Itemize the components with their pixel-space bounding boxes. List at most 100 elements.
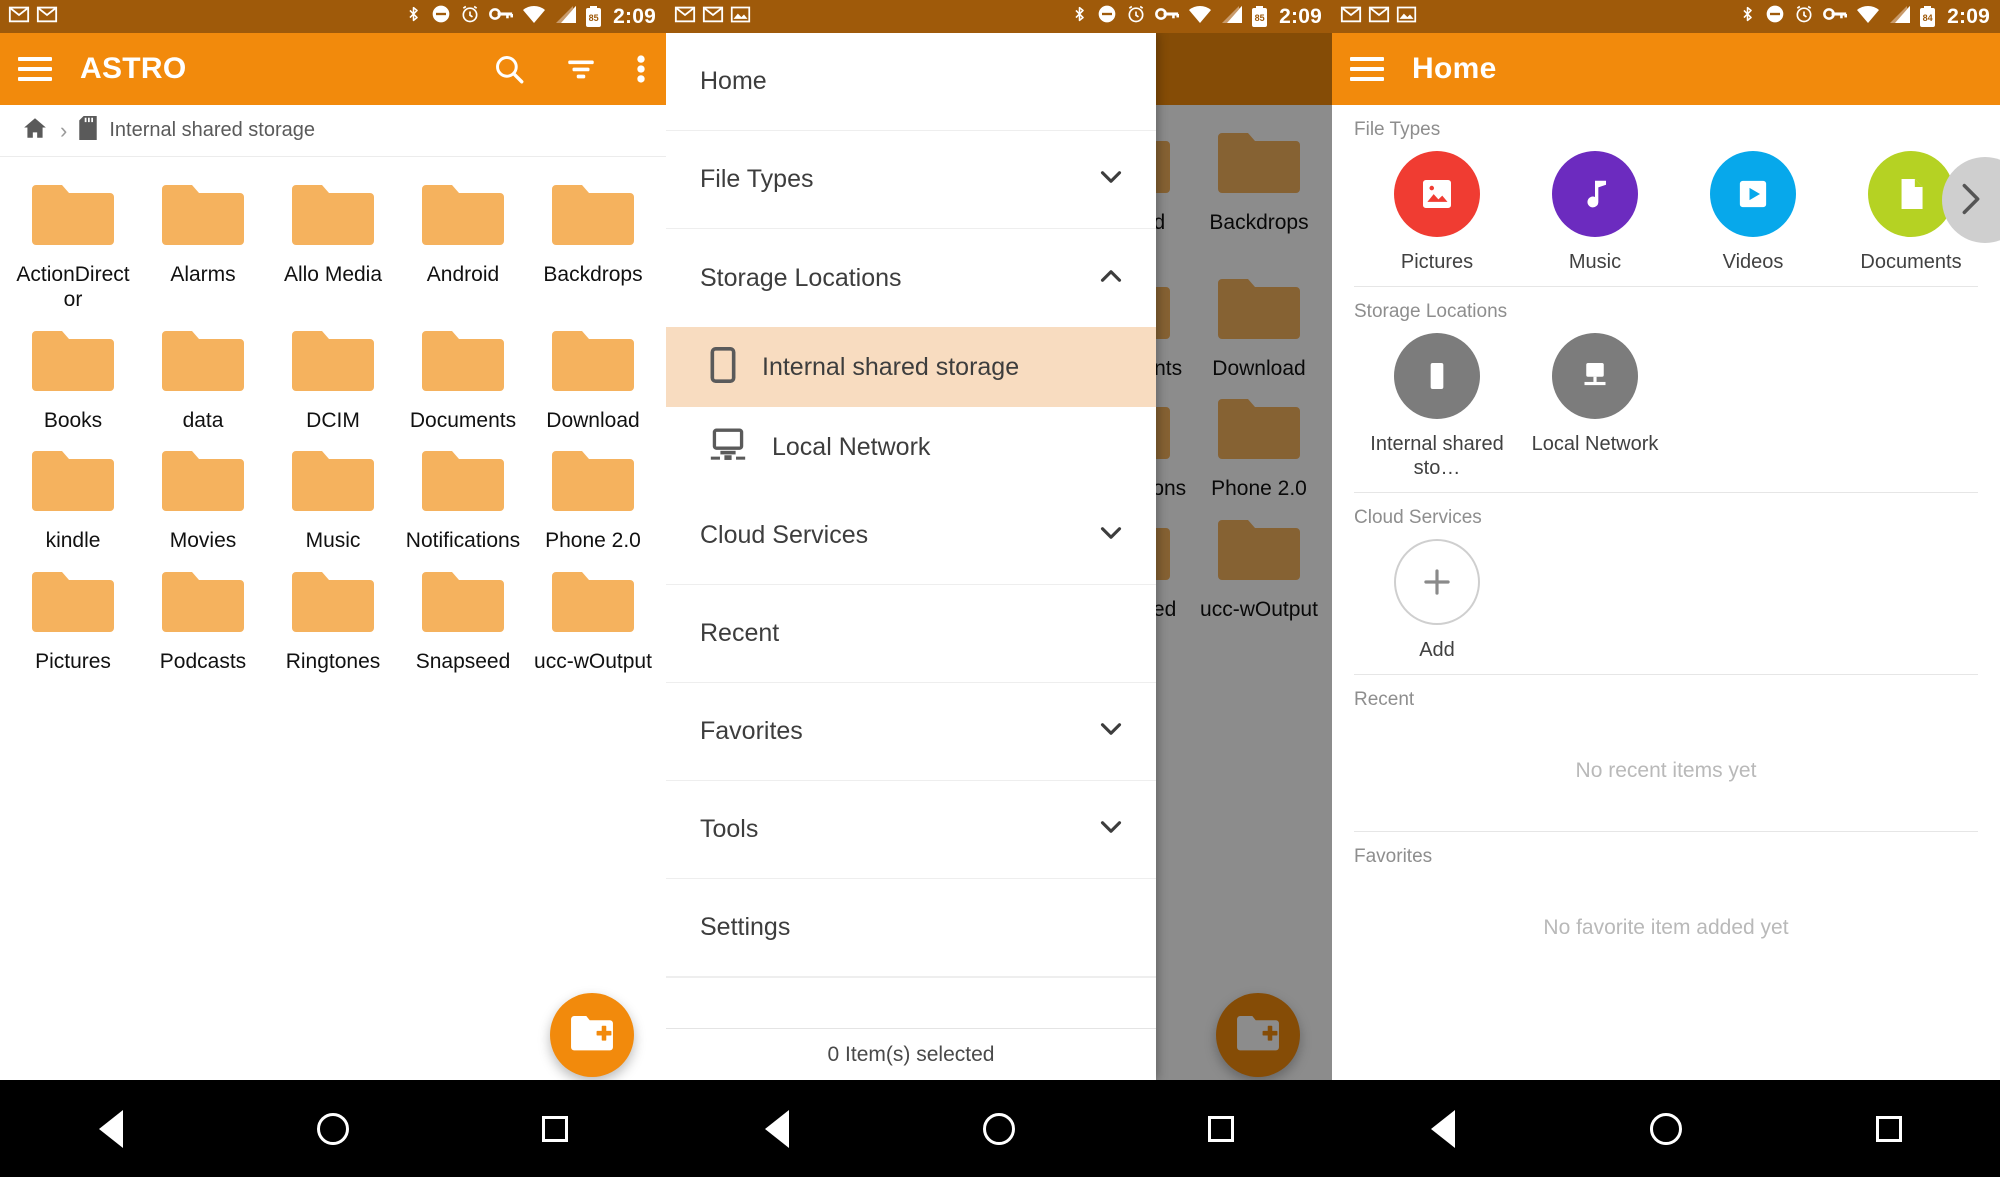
file-type-music[interactable]: Music [1516,151,1674,274]
drawer-item-settings[interactable]: Settings [666,879,1156,977]
nav-back-button[interactable] [1398,1099,1488,1159]
folder-item[interactable]: Ringtones [268,558,398,675]
file-type-label: Pictures [1400,251,1474,273]
drawer-item-storage-locations[interactable]: Storage Locations [666,229,1156,327]
battery-level: 84 [1922,12,1933,23]
battery-level: 85 [588,12,599,23]
drawer-item-file-types[interactable]: File Types [666,131,1156,229]
wifi-icon [522,5,546,29]
hamburger-menu-icon[interactable] [1350,57,1384,81]
drawer-item-label: Cloud Services [700,521,869,549]
chevron-down-icon[interactable] [1094,810,1128,849]
app-bar-actions [492,52,646,86]
file-type-pictures[interactable]: Pictures [1358,151,1516,274]
folder-icon [290,570,376,634]
folder-item[interactable]: Backdrops [528,171,658,313]
folder-item[interactable]: Music [268,437,398,554]
folder-item[interactable]: Snapseed [398,558,528,675]
search-icon[interactable] [492,52,526,86]
drawer-item-internal-shared-storage[interactable]: Internal shared storage [666,327,1156,407]
folder-item[interactable]: Allo Media [268,171,398,313]
folder-item[interactable]: Podcasts [138,558,268,675]
folder-label: Books [43,408,103,432]
android-nav-bar [0,1080,666,1177]
drawer-item-recent[interactable]: Recent [666,585,1156,683]
drawer-item-label: Home [700,67,767,95]
recents-square-icon [542,1115,568,1142]
folder-label: Pictures [35,650,111,674]
folder-label: Download [546,408,640,432]
drawer-item-home[interactable]: Home [666,33,1156,131]
folder-item[interactable]: Notifications [398,437,528,554]
folder-item[interactable]: Movies [138,437,268,554]
home-circle-icon [983,1112,1015,1145]
storage-local-network[interactable]: Local Network [1516,333,1674,456]
home-icon[interactable] [22,115,48,146]
chevron-down-icon[interactable] [1094,160,1128,199]
storage-locations-row: Internal shared sto… Local Network [1332,329,2000,488]
phone-icon [1394,333,1480,419]
cloud-services-row: Add [1332,535,2000,670]
folder-item[interactable]: DCIM [268,317,398,434]
add-cloud-service-button[interactable]: Add [1358,539,1516,662]
file-type-videos[interactable]: Videos [1674,151,1832,274]
filter-icon[interactable] [564,52,598,86]
nav-recents-button[interactable] [1844,1099,1934,1159]
chevron-down-icon[interactable] [1094,516,1128,555]
drawer-item-favorites[interactable]: Favorites [666,683,1156,781]
file-type-label: Music [1568,251,1622,273]
nav-recents-button[interactable] [510,1099,600,1159]
folder-item[interactable]: kindle [8,437,138,554]
favorites-empty-message: No favorite item added yet [1543,916,1789,939]
section-label-storage-locations: Storage Locations [1354,301,1508,322]
file-type-label: Videos [1722,251,1784,273]
photo-icon [1396,4,1417,30]
vpn-key-icon [1823,5,1848,28]
drawer-item-cloud-services[interactable]: Cloud Services [666,487,1156,585]
overflow-menu-icon[interactable] [636,52,646,86]
folder-label: Snapseed [415,650,511,674]
storage-internal-shared-storage[interactable]: Internal shared sto… [1358,333,1516,480]
nav-home-button[interactable] [288,1099,378,1159]
folder-item[interactable]: ActionDirector [8,171,138,313]
folder-item[interactable]: data [138,317,268,434]
chevron-down-icon[interactable] [1094,712,1128,751]
add-label: Add [1419,639,1455,661]
create-new-folder-button[interactable] [550,993,634,1077]
nav-home-button[interactable] [1621,1099,1711,1159]
nav-home-button[interactable] [954,1099,1044,1159]
folder-item[interactable]: Phone 2.0 [528,437,658,554]
panel-file-browser: 85 2:09 ASTRO › Internal shared storage … [0,0,666,1177]
folder-icon [290,329,376,393]
drawer-item-label: Recent [700,619,780,647]
folder-item[interactable]: Android [398,171,528,313]
section-label-favorites: Favorites [1354,846,1433,867]
folder-item[interactable]: Pictures [8,558,138,675]
nav-recents-button[interactable] [1176,1099,1266,1159]
home-circle-icon [1649,1112,1682,1145]
folder-item[interactable]: Download [528,317,658,434]
back-triangle-icon [99,1109,123,1148]
folder-icon [550,570,636,634]
file-type-label: Documents [1860,251,1962,273]
chevron-up-icon[interactable] [1094,259,1128,298]
folder-item[interactable]: Books [8,317,138,434]
gmail-icon [1368,3,1390,30]
drawer-item-tools[interactable]: Tools [666,781,1156,879]
nav-back-button[interactable] [66,1099,156,1159]
folder-label: Allo Media [283,263,383,286]
breadcrumb-path[interactable]: Internal shared storage [109,119,315,142]
status-bar-clock: 2:09 [1279,4,1322,28]
hamburger-menu-icon[interactable] [18,57,52,81]
gmail-icon [674,3,696,30]
alarm-icon [1126,4,1146,29]
app-bar: ASTRO [0,33,666,105]
drawer-item-local-network[interactable]: Local Network [666,407,1156,487]
folder-item[interactable]: ucc-wOutput [528,558,658,675]
music-note-icon [1552,151,1638,237]
chevron-right-icon[interactable] [1958,179,1984,227]
folder-item[interactable]: Documents [398,317,528,434]
folder-item[interactable]: Alarms [138,171,268,313]
nav-back-button[interactable] [732,1099,822,1159]
folder-icon [550,183,636,247]
